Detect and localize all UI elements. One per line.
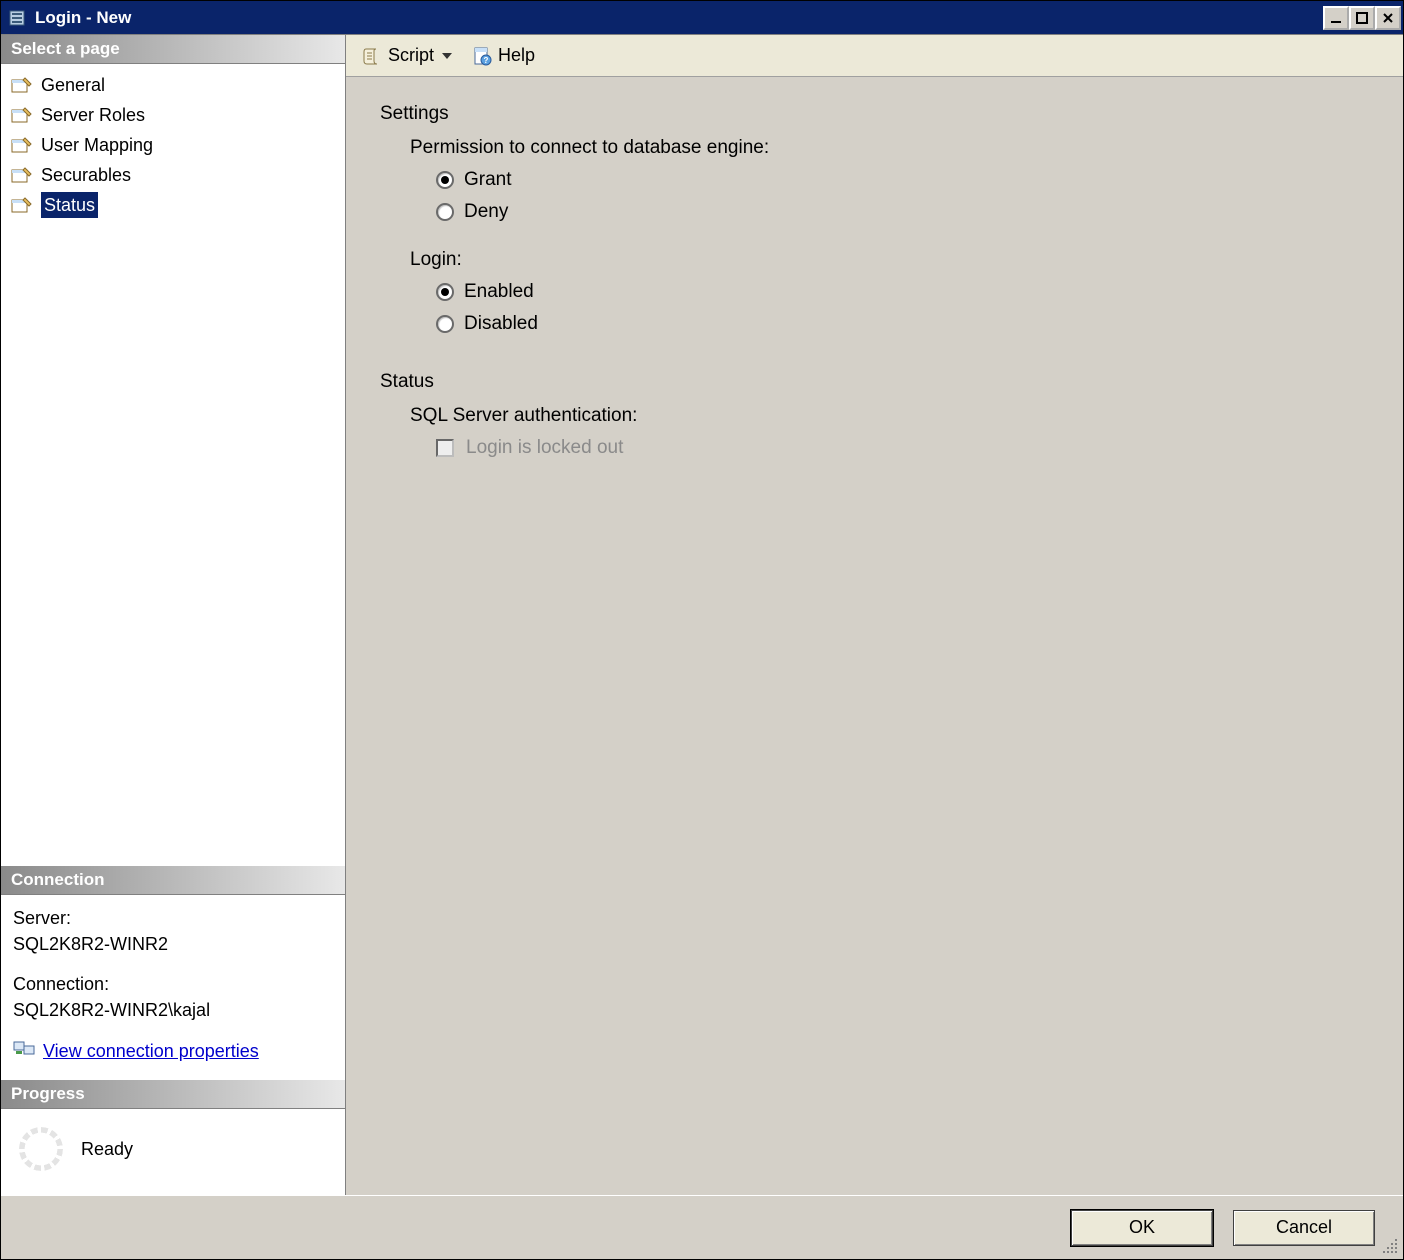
progress-spinner-icon [19,1127,63,1171]
server-value: SQL2K8R2-WINR2 [13,931,335,957]
maximize-button[interactable] [1349,6,1375,30]
script-label: Script [388,45,434,66]
settings-title: Settings [380,103,1377,125]
page-item-status[interactable]: Status [7,190,339,220]
connection-label: Connection: [13,971,335,997]
radio-label: Disabled [464,313,538,335]
app-icon [7,8,27,28]
page-icon [11,106,33,124]
connection-value: SQL2K8R2-WINR2\kajal [13,997,335,1023]
radio-icon [436,171,454,189]
view-connection-properties-link[interactable]: View connection properties [43,1038,259,1064]
radio-icon [436,315,454,333]
page-item-label: Server Roles [41,102,145,128]
help-button[interactable]: ? Help [464,42,543,69]
radio-grant[interactable]: Grant [436,169,1377,191]
locked-out-label: Login is locked out [466,437,623,459]
radio-deny[interactable]: Deny [436,201,1377,223]
help-icon: ? [472,46,492,66]
toolbar: Script ? Help [346,35,1403,77]
resize-grip-icon[interactable] [1381,1237,1401,1257]
help-label: Help [498,45,535,66]
progress-status: Ready [81,1139,133,1160]
main-pane: Script ? Help Settings [346,35,1403,1195]
page-item-label: Status [41,192,98,218]
window-title: Login - New [35,8,1323,28]
status-content: Settings Permission to connect to databa… [346,77,1403,1195]
page-icon [11,196,33,214]
radio-label: Enabled [464,281,534,303]
radio-disabled[interactable]: Disabled [436,313,1377,335]
page-item-label: User Mapping [41,132,153,158]
progress-header: Progress [1,1080,345,1109]
radio-label: Grant [464,169,512,191]
page-icon [11,76,33,94]
server-label: Server: [13,905,335,931]
page-item-securables[interactable]: Securables [7,160,339,190]
login-label: Login: [410,249,1377,271]
radio-enabled[interactable]: Enabled [436,281,1377,303]
close-button[interactable] [1375,6,1401,30]
connection-panel: Server: SQL2K8R2-WINR2 Connection: SQL2K… [1,895,345,1080]
script-button[interactable]: Script [354,42,460,69]
titlebar: Login - New [1,1,1403,34]
page-icon [11,136,33,154]
progress-panel: Ready [1,1109,345,1195]
page-item-label: General [41,72,105,98]
page-icon [11,166,33,184]
connection-properties-icon [13,1037,35,1066]
page-item-server-roles[interactable]: Server Roles [7,100,339,130]
minimize-button[interactable] [1323,6,1349,30]
page-item-label: Securables [41,162,131,188]
page-list: General Server Roles User Mapping [1,64,345,624]
page-item-general[interactable]: General [7,70,339,100]
sql-auth-label: SQL Server authentication: [410,405,1377,427]
radio-label: Deny [464,201,508,223]
svg-text:?: ? [484,56,489,65]
permission-label: Permission to connect to database engine… [410,137,1377,159]
ok-button[interactable]: OK [1071,1210,1213,1246]
checkbox-icon [436,439,454,457]
login-new-window: Login - New Select a page General [0,0,1404,1260]
connection-header: Connection [1,866,345,895]
radio-icon [436,203,454,221]
page-item-user-mapping[interactable]: User Mapping [7,130,339,160]
chevron-down-icon [442,53,452,59]
status-title: Status [380,371,1377,393]
left-pane: Select a page General Server Roles [1,35,346,1195]
script-icon [362,46,382,66]
bottom-bar: OK Cancel [1,1195,1403,1259]
select-page-header: Select a page [1,35,345,64]
locked-out-checkbox: Login is locked out [436,437,1377,459]
cancel-button[interactable]: Cancel [1233,1210,1375,1246]
radio-icon [436,283,454,301]
